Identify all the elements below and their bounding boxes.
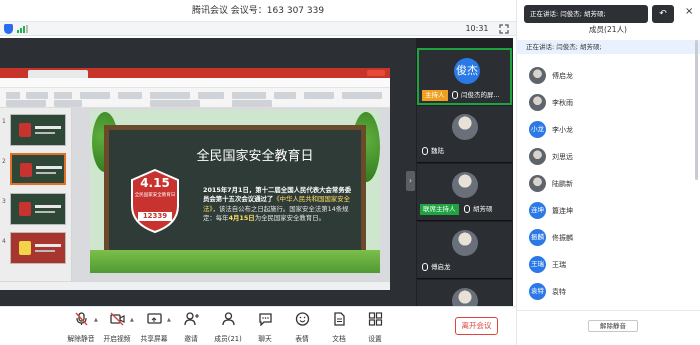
leave-meeting-button[interactable]: 离开会议 <box>455 317 498 335</box>
reactions-label: 表情 <box>295 335 309 343</box>
muted-microphone-icon <box>75 312 88 326</box>
microphone-icon <box>464 205 470 213</box>
member-avatar: 王瑞 <box>529 256 546 273</box>
member-name: 佟振麟 <box>552 234 573 242</box>
video-label: 开启视频 <box>103 335 131 343</box>
participant-name: 傅启龙 <box>431 263 451 271</box>
apps-grid-icon <box>368 312 383 326</box>
slide-thumbnail-pane: 1 2 3 4 <box>0 108 72 281</box>
participant-avatar: 俊杰 <box>454 58 480 84</box>
member-avatar <box>529 67 546 84</box>
share-screen-button[interactable]: ▲ 共享屏幕 <box>137 309 171 343</box>
unmute-all-button[interactable]: 解除静音 <box>588 320 638 332</box>
video-tile[interactable]: 联席主持人 胡芳硕 <box>417 164 512 221</box>
members-button[interactable]: 成员(21) <box>211 309 245 343</box>
slide-thumbnail <box>10 232 66 264</box>
ppt-login-button <box>367 70 385 76</box>
participant-name: 胡芳硕 <box>473 205 493 213</box>
speaking-indicator: 正在讲话: 闫俊杰; 胡芳硕; <box>516 40 700 54</box>
meeting-info-bar <box>0 22 516 36</box>
member-avatar: 袁特 <box>529 283 546 300</box>
ppt-document-tab <box>28 70 88 78</box>
participant-name: 闫俊杰的屏... <box>461 91 500 99</box>
participant-avatar <box>452 172 478 198</box>
badge-number: 4.15 <box>140 176 170 190</box>
slide-thumbnail-selected <box>10 153 66 185</box>
badge-hotline: 12339 <box>142 212 168 220</box>
panel-divider <box>516 310 700 311</box>
participant-avatar <box>452 230 478 256</box>
member-avatar <box>529 94 546 111</box>
member-name: 王瑞 <box>552 261 566 269</box>
badge-caption: 全民国家安全教育日 <box>134 193 176 198</box>
document-icon <box>334 312 345 326</box>
settings-label: 设置 <box>368 335 382 343</box>
role-badge: 联席主持人 <box>420 204 459 215</box>
member-name: 傅启龙 <box>552 72 573 80</box>
slide-thumbnail <box>10 193 66 225</box>
slide-body-text: 2015年7月1日，第十二届全国人民代表大会常务委员会第十五次会议通过了《中华人… <box>203 186 352 222</box>
member-name: 李小龙 <box>552 126 573 134</box>
date-highlight: 4月15日 <box>228 213 255 222</box>
video-button[interactable]: ▲ 开启视频 <box>100 309 134 343</box>
invite-label: 邀请 <box>184 335 198 343</box>
microphone-icon <box>452 91 458 99</box>
members-label: 成员(21) <box>214 335 242 343</box>
share-screen-icon <box>147 313 162 324</box>
window-title: 腾讯会议 会议号：163 307 339 <box>191 6 325 16</box>
participant-name: 魏陆 <box>431 147 444 155</box>
member-name: 袁特 <box>552 288 566 296</box>
microphone-icon <box>422 263 428 271</box>
member-avatar: 连坤 <box>529 202 546 219</box>
meeting-clock: 10:31 <box>465 24 489 33</box>
participant-avatar <box>452 114 478 140</box>
member-avatar: 振麟 <box>529 229 546 246</box>
slide-title: 全民国家安全教育日 <box>196 149 314 164</box>
ppt-status-bar <box>0 281 390 290</box>
network-signal-icon[interactable] <box>17 25 29 33</box>
undo-icon[interactable]: ↶ <box>652 5 674 23</box>
member-name: 陆鹏新 <box>552 180 573 188</box>
video-tile[interactable]: 傅启龙 <box>417 222 512 279</box>
members-panel-title: 成员(21人) <box>589 25 627 34</box>
member-name: 刘思远 <box>552 153 573 161</box>
slide-thumbnail <box>10 114 66 146</box>
add-person-icon <box>184 312 199 326</box>
reactions-button[interactable]: 表情 <box>285 309 319 343</box>
members-scrollbar[interactable] <box>695 40 698 180</box>
camera-off-icon <box>110 312 125 326</box>
ppt-menu-bar <box>0 78 390 88</box>
mute-button[interactable]: ▲ 解除静音 <box>64 309 98 343</box>
smiley-icon <box>295 312 310 326</box>
chat-bubble-icon <box>259 313 272 326</box>
security-shield-icon[interactable] <box>4 24 13 34</box>
settings-button[interactable]: 设置 <box>358 309 392 343</box>
share-label: 共享屏幕 <box>140 335 168 343</box>
speaking-popup: 正在讲话: 闫俊杰; 胡芳硕; <box>524 5 648 23</box>
members-icon <box>222 312 235 326</box>
member-name: 簋连坤 <box>552 207 573 215</box>
microphone-icon <box>422 147 428 155</box>
fullscreen-icon[interactable] <box>499 24 509 34</box>
chat-button[interactable]: 聊天 <box>248 309 282 343</box>
member-name: 李秋雨 <box>552 99 573 107</box>
documents-button[interactable]: 文档 <box>322 309 356 343</box>
close-icon[interactable]: × <box>685 7 695 17</box>
video-tile[interactable]: 俊杰 主持人 闫俊杰的屏... <box>417 48 512 105</box>
member-avatar: 小龙 <box>529 121 546 138</box>
collapse-video-strip-icon[interactable]: › <box>406 171 415 191</box>
role-badge: 主持人 <box>422 90 448 101</box>
video-tile[interactable]: 魏陆 <box>417 106 512 163</box>
chat-label: 聊天 <box>258 335 272 343</box>
member-avatar <box>529 148 546 165</box>
grass-decoration <box>90 250 380 273</box>
member-avatar <box>529 175 546 192</box>
invite-button[interactable]: 邀请 <box>174 309 208 343</box>
